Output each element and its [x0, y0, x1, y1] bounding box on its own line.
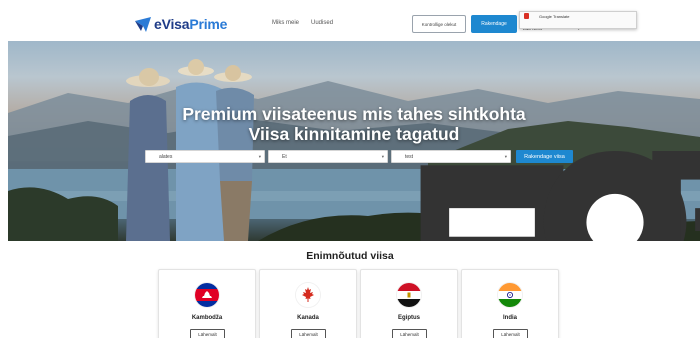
page: eVisaPrime Miks meie Uudised Kontrollige… [0, 0, 700, 338]
document-icon [395, 151, 700, 241]
google-translate-icon [524, 13, 529, 19]
country-card-egypt[interactable]: Egiptus Lähemalt [360, 269, 458, 338]
brand-logo[interactable]: eVisaPrime [135, 15, 227, 33]
country-name: Kambodža [191, 315, 223, 321]
country-card-canada[interactable]: Kanada Lähemalt [259, 269, 357, 338]
egypt-flag-icon [397, 283, 421, 307]
destination-select[interactable]: Et ▾ [268, 150, 687, 241]
visa-search-form: alates ▾ Et ▾ test ▾ Rakendage viisa [145, 150, 700, 241]
chevron-down-icon: ▾ [381, 154, 384, 159]
logo-mark-icon [135, 16, 152, 32]
popular-visas-list: Kambodža Lähemalt Kanada Lähemalt Egiptu… [158, 269, 559, 338]
country-card-india[interactable]: India Lähemalt [461, 269, 559, 338]
country-name: Egiptus [398, 315, 420, 321]
learn-more-button[interactable]: Lähemalt [493, 329, 528, 338]
country-name: Kanada [297, 315, 319, 321]
cambodia-flag-icon [195, 283, 219, 307]
location-pin-icon [272, 151, 687, 241]
site-header: eVisaPrime Miks meie Uudised Kontrollige… [0, 0, 700, 41]
country-name: India [502, 315, 517, 321]
popular-visas-title: Enimnõutud viisa [306, 250, 394, 262]
hero-banner: Premium viisateenus mis tahes sihtkohta … [8, 41, 700, 241]
check-status-button[interactable]: Kontrollige olekut [412, 15, 466, 33]
hero-title-line2: Viisa kinnitamine tagatud [248, 124, 460, 144]
learn-more-button[interactable]: Lähemalt [291, 329, 326, 338]
country-card-cambodia[interactable]: Kambodža Lähemalt [158, 269, 256, 338]
hero-title: Premium viisateenus mis tahes sihtkohta … [8, 104, 700, 144]
learn-more-button[interactable]: Lähemalt [392, 329, 427, 338]
chevron-down-icon: ▾ [258, 154, 261, 159]
google-translate-label: Google Translate [539, 13, 570, 19]
nav-why-us[interactable]: Miks meie [272, 20, 299, 26]
chevron-down-icon: ▾ [504, 154, 507, 159]
visa-type-select[interactable]: test ▾ [391, 150, 700, 241]
from-country-select[interactable]: alates ▾ [145, 150, 564, 241]
apply-button[interactable]: Rakendage [471, 15, 517, 33]
passport-icon [149, 153, 564, 241]
nav-news[interactable]: Uudised [311, 20, 333, 26]
india-flag-icon [498, 283, 522, 307]
main-nav: Miks meie Uudised [272, 20, 333, 26]
learn-more-button[interactable]: Lähemalt [190, 329, 225, 338]
canada-flag-icon [296, 283, 320, 307]
google-translate-popup[interactable]: Google Translate [519, 11, 637, 29]
logo-text: eVisaPrime [154, 16, 228, 32]
hero-title-line1: Premium viisateenus mis tahes sihtkohta [182, 104, 526, 124]
